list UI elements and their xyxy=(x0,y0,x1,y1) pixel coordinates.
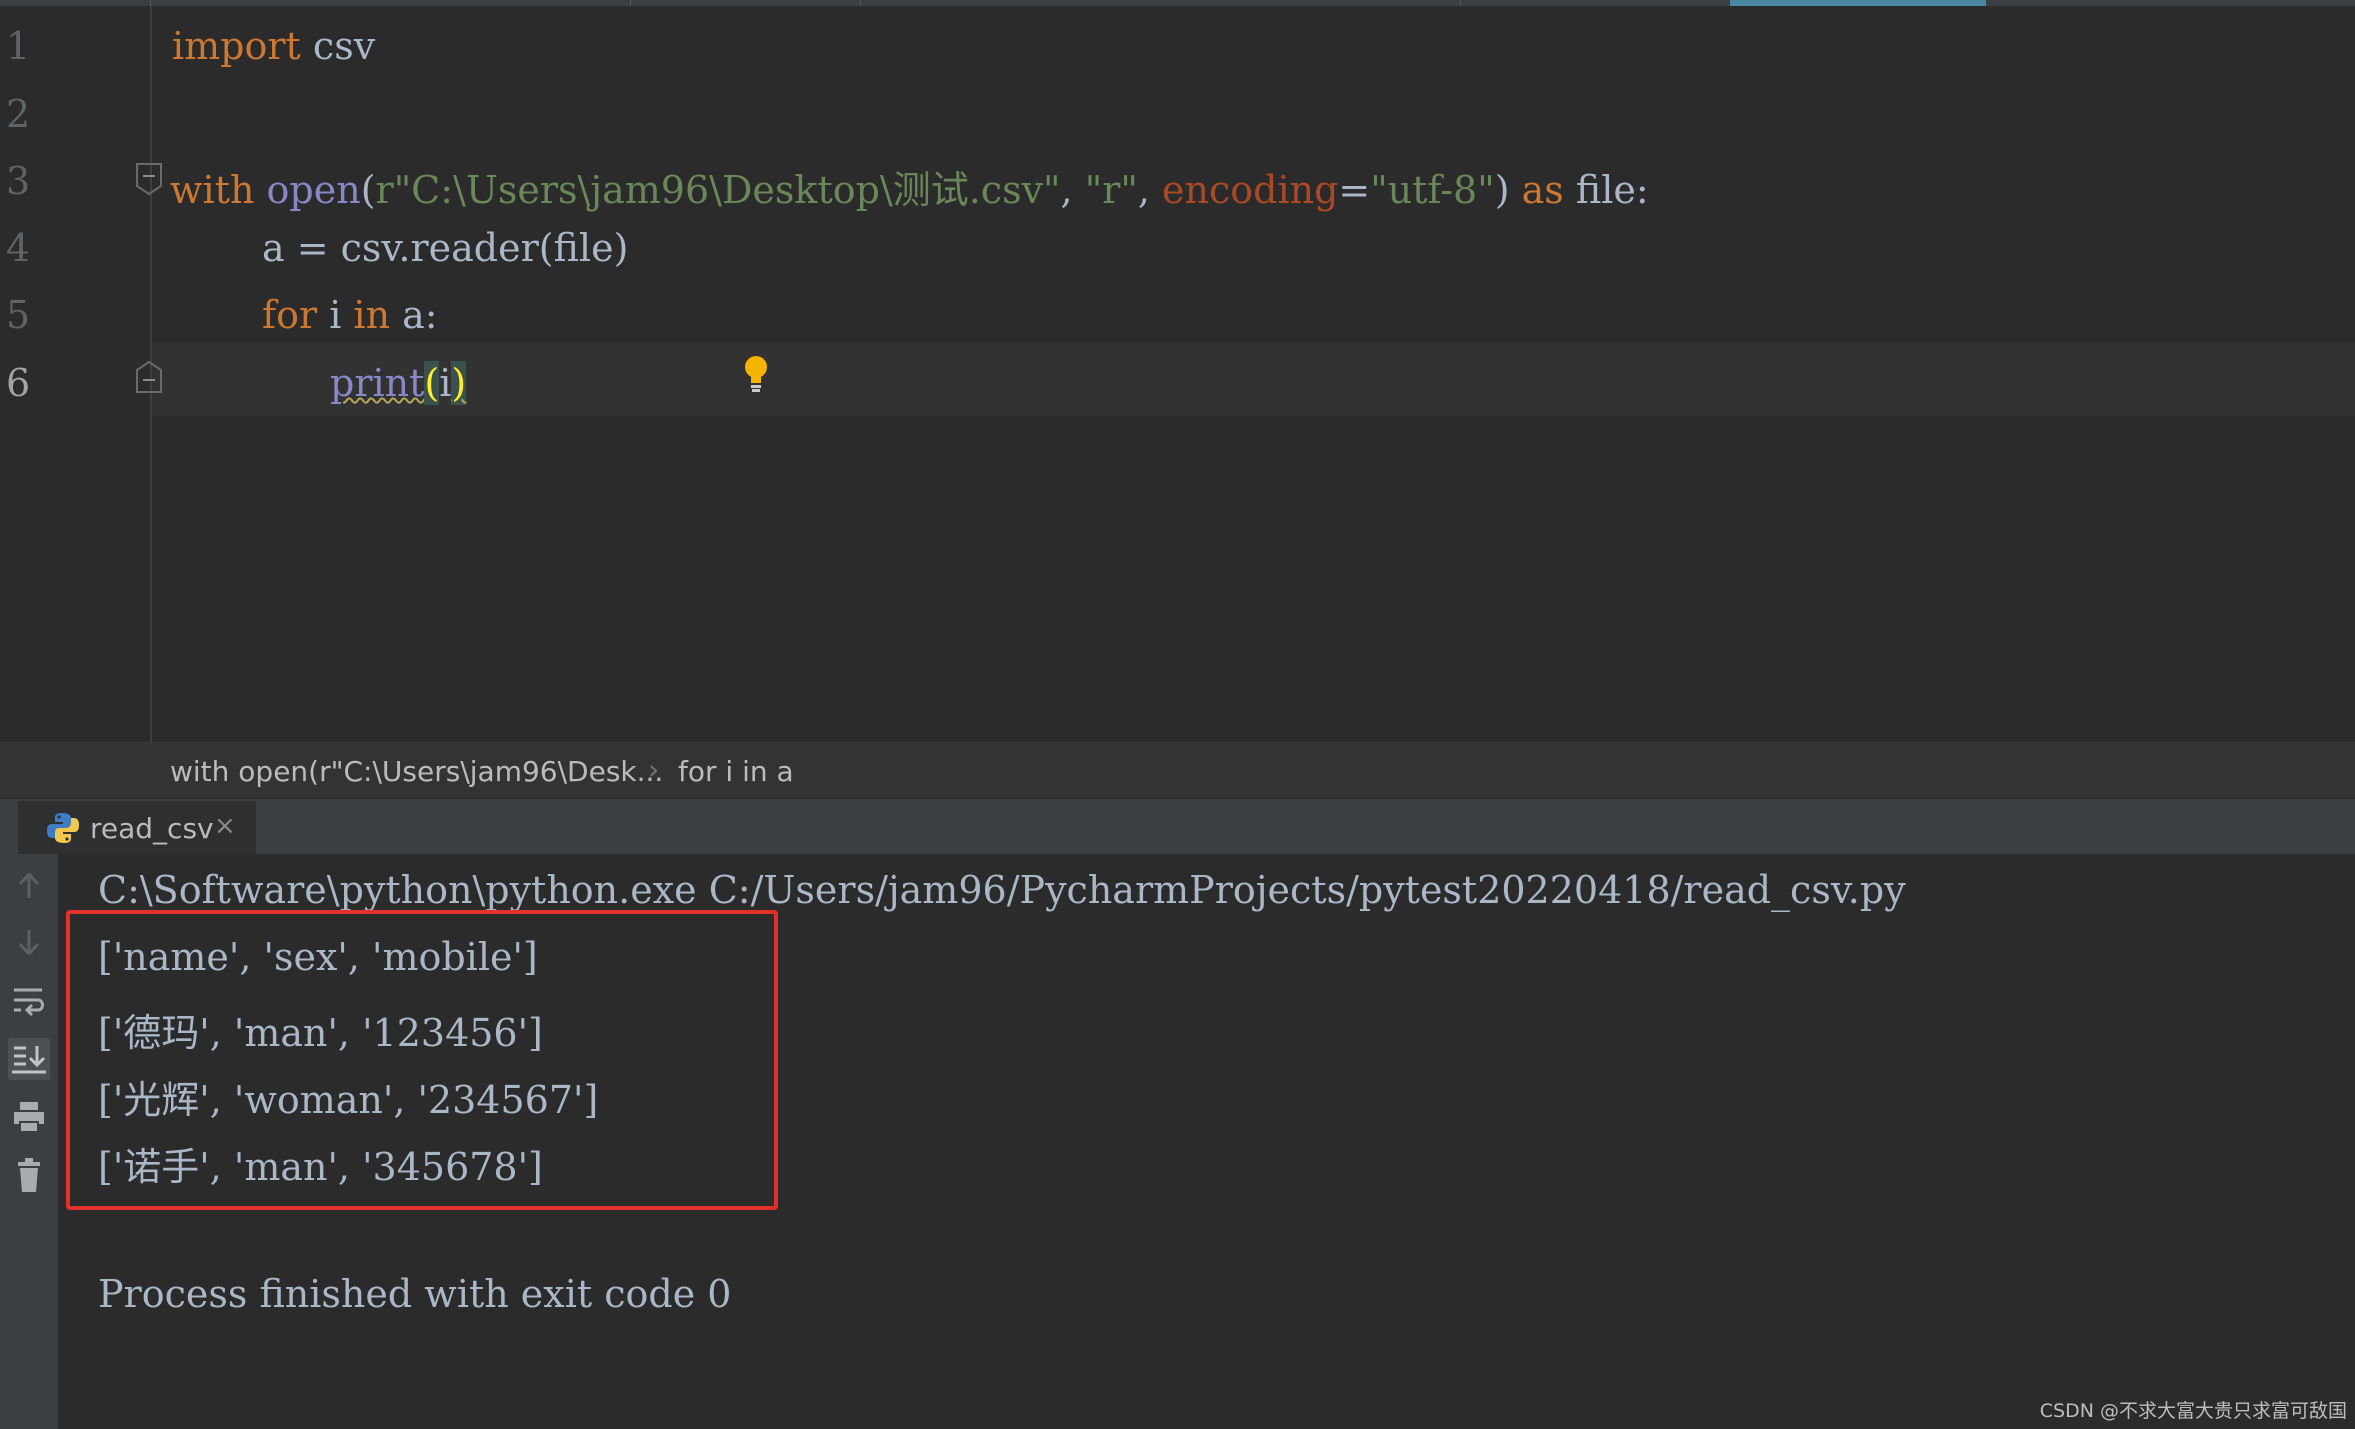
print-icon[interactable] xyxy=(8,1096,50,1138)
run-tool-window-header: read_csv × xyxy=(0,798,2355,855)
line-number: 1 xyxy=(6,24,31,68)
intention-bulb-icon[interactable] xyxy=(742,354,770,394)
current-line-highlight xyxy=(152,343,2355,416)
code-line-5: for i in a: xyxy=(262,293,438,337)
code-line-4: a = csv.reader(file) xyxy=(262,226,629,270)
run-command: C:\Software\python\python.exe C:/Users/j… xyxy=(98,868,1906,912)
matched-paren: ( xyxy=(424,361,440,405)
breadcrumb-item[interactable]: with open(r"C:\Users\jam96\Desk... xyxy=(170,755,663,788)
keyword-with: with xyxy=(170,168,255,212)
fold-icon[interactable] xyxy=(134,162,164,196)
run-console[interactable]: C:\Software\python\python.exe C:/Users/j… xyxy=(0,854,2355,1429)
code-editor[interactable]: 1 2 3 4 5 6 import csv with open(r"C:\Us… xyxy=(0,6,2355,742)
module-name: csv xyxy=(300,24,376,68)
loop-var: i xyxy=(317,293,354,337)
mode-string: "r" xyxy=(1084,168,1138,212)
highlight-annotation-box xyxy=(66,910,778,1210)
exit-message: Process finished with exit code 0 xyxy=(98,1272,732,1316)
builtin-print: print xyxy=(330,361,425,405)
breadcrumb: with open(r"C:\Users\jam96\Desk... › for… xyxy=(0,742,2355,799)
code-line-1: import csv xyxy=(172,24,375,68)
line-number: 2 xyxy=(6,92,31,136)
keyword-import: import xyxy=(172,24,301,68)
console-toolbar xyxy=(0,854,58,1429)
breadcrumb-separator: › xyxy=(648,753,660,786)
pycharm-window: 1 2 3 4 5 6 import csv with open(r"C:\Us… xyxy=(0,0,2355,1429)
comma: , xyxy=(1060,168,1085,212)
line-number: 4 xyxy=(6,226,31,270)
path-string: r"C:\Users\jam96\Desktop\测试.csv" xyxy=(375,168,1061,212)
code-line-3: with open(r"C:\Users\jam96\Desktop\测试.cs… xyxy=(170,159,1649,214)
tab-read-csv[interactable]: read_csv × xyxy=(18,801,256,855)
python-icon xyxy=(47,813,79,843)
line-number-current: 6 xyxy=(6,361,31,405)
breadcrumb-item[interactable]: for i in a xyxy=(678,755,794,788)
comma: , xyxy=(1137,168,1163,212)
keyword-as: as xyxy=(1521,168,1564,212)
trash-icon[interactable] xyxy=(8,1154,50,1196)
scroll-to-end-icon[interactable] xyxy=(8,1038,50,1080)
print-arg: i xyxy=(439,361,452,405)
code-line-6: print(i) xyxy=(330,361,467,405)
iterable: a: xyxy=(390,293,438,337)
fold-icon[interactable] xyxy=(134,360,164,394)
equals: = xyxy=(1338,168,1371,212)
line-number: 3 xyxy=(6,159,31,203)
keyword-in: in xyxy=(353,293,391,337)
down-arrow-icon[interactable] xyxy=(8,922,50,964)
paren-close: ) xyxy=(1494,168,1522,212)
encoding-string: "utf-8" xyxy=(1370,168,1495,212)
builtin-open: open xyxy=(266,168,361,212)
watermark: CSDN @不求大富大贵只求富可敌国 xyxy=(2039,1400,2347,1422)
run-tab-label: read_csv xyxy=(90,812,214,845)
keyword-for: for xyxy=(262,293,318,337)
matched-paren: ) xyxy=(451,361,467,405)
paren-open: ( xyxy=(360,168,376,212)
param-encoding: encoding xyxy=(1162,168,1339,212)
close-icon[interactable]: × xyxy=(214,811,236,841)
file-target: file: xyxy=(1563,168,1649,212)
up-arrow-icon[interactable] xyxy=(8,864,50,906)
line-number: 5 xyxy=(6,293,31,337)
soft-wrap-icon[interactable] xyxy=(8,980,50,1022)
